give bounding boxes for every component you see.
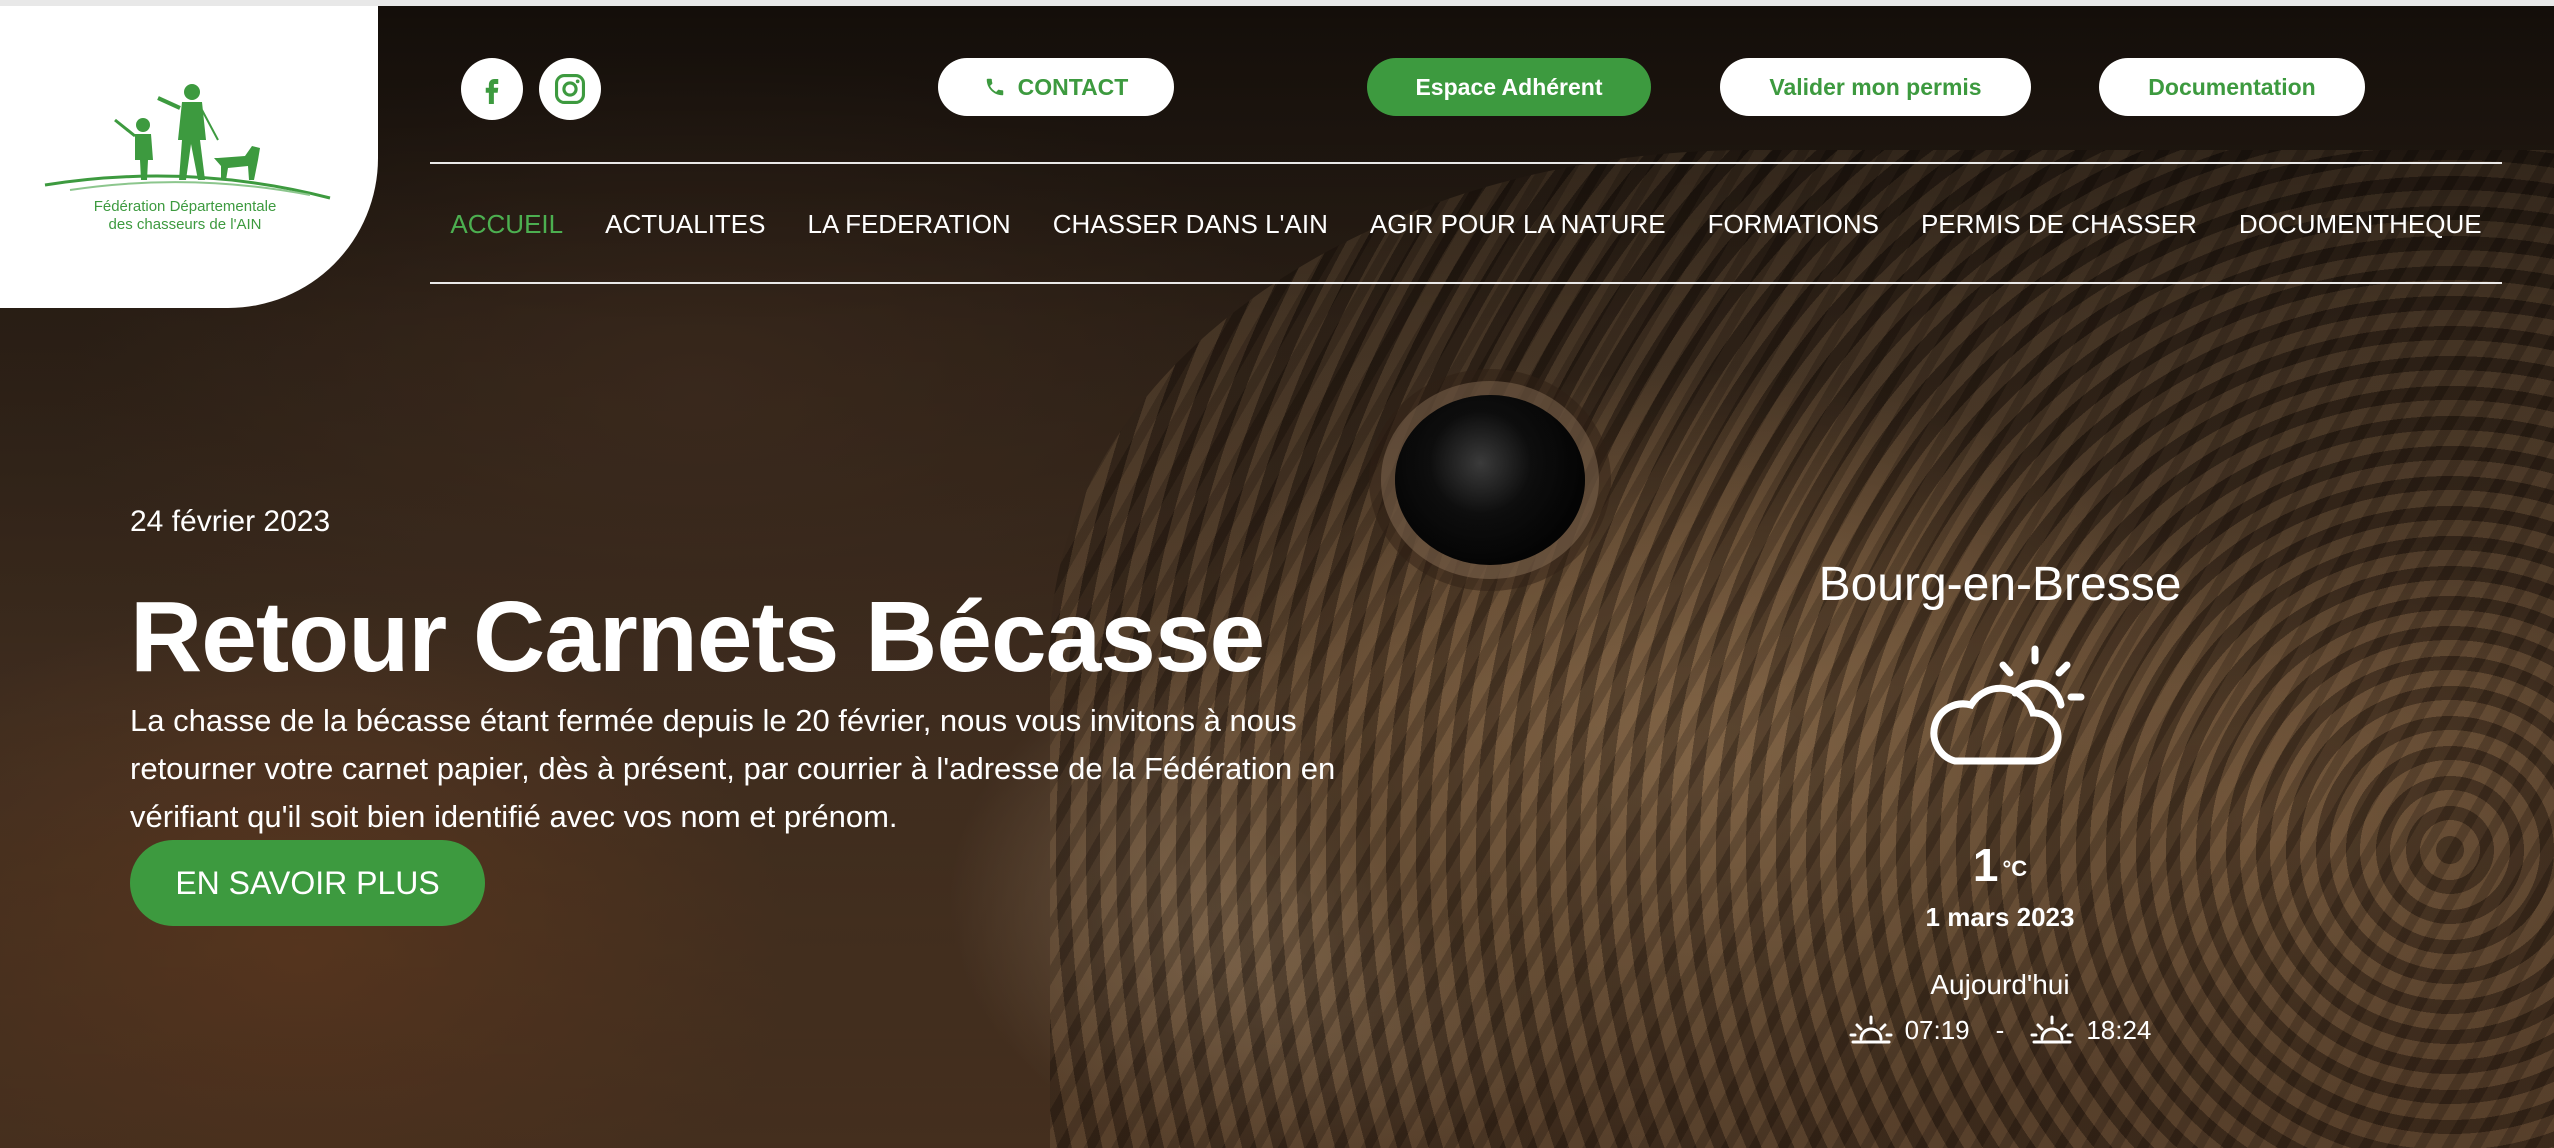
nav-item-accueil[interactable]: ACCUEIL [429,206,584,242]
facebook-link[interactable] [461,58,523,120]
nav-item-documentheque[interactable]: DOCUMENTHEQUE [2218,206,2503,242]
instagram-icon [554,73,586,105]
sun-times-separator: - [1995,1014,2005,1045]
weather-sun-times: 07:19 - 18:24 [1780,1015,2220,1046]
nav-item-la-federation[interactable]: LA FEDERATION [786,206,1031,242]
sunrise-icon [1849,1015,1893,1044]
instagram-link[interactable] [539,58,601,120]
documentation-label: Documentation [2148,73,2316,100]
weather-widget: Bourg-en-Bresse 1 °C 1 mars 2023 Aujourd'… [1780,555,2220,1046]
validate-permit-button[interactable]: Valider mon permis [1720,58,2031,116]
main-nav: ACCUEIL ACTUALITES LA FEDERATION CHASSER… [430,206,2502,242]
hunters-logo-icon [44,84,331,200]
validate-permit-label: Valider mon permis [1769,73,1982,100]
partly-cloudy-icon [1930,645,2085,765]
member-area-label: Espace Adhérent [1415,73,1603,100]
weather-today-label: Aujourd'hui [1930,968,2070,1000]
logo-line-2: des chasseurs de l'AIN [108,216,262,233]
weather-temperature-unit: °C [2002,855,2028,881]
slide-title: Retour Carnets Bécasse [130,581,1265,693]
phone-icon [984,76,1006,98]
slide-description: La chasse de la bécasse étant fermée dep… [130,703,1336,834]
facebook-icon [485,79,499,104]
nav-top-divider [430,162,2502,164]
member-area-button[interactable]: Espace Adhérent [1367,58,1651,116]
sunset-time: 18:24 [2086,1014,2152,1045]
weather-city: Bourg-en-Bresse [1818,558,2182,611]
logo-text: Fédération Départementale des chasseurs … [40,198,330,234]
sunset-icon [2030,1015,2074,1044]
contact-label: CONTACT [1017,73,1129,100]
weather-temperature: 1 [1972,839,1999,891]
top-border [0,0,2554,6]
weather-temperature-row: 1 °C [1780,840,2220,894]
nav-item-formations[interactable]: FORMATIONS [1687,206,1900,242]
read-more-button[interactable]: EN SAVOIR PLUS [130,840,485,926]
nav-item-permis-de-chasser[interactable]: PERMIS DE CHASSER [1900,206,2218,242]
nav-bottom-divider [430,282,2502,284]
sunrise-time: 07:19 [1904,1014,1970,1045]
nav-item-chasser-dans-lain[interactable]: CHASSER DANS L'AIN [1032,206,1349,242]
contact-button[interactable]: CONTACT [938,58,1174,116]
read-more-label: EN SAVOIR PLUS [175,864,440,901]
nav-item-agir-pour-la-nature[interactable]: AGIR POUR LA NATURE [1349,206,1687,242]
slide-date: 24 février 2023 [130,505,331,538]
documentation-button[interactable]: Documentation [2099,58,2365,116]
site-logo[interactable]: Fédération Départementale des chasseurs … [0,6,378,308]
nav-item-actualites[interactable]: ACTUALITES [584,206,786,242]
logo-line-1: Fédération Départementale [93,198,277,215]
weather-date: 1 mars 2023 [1925,901,2075,932]
